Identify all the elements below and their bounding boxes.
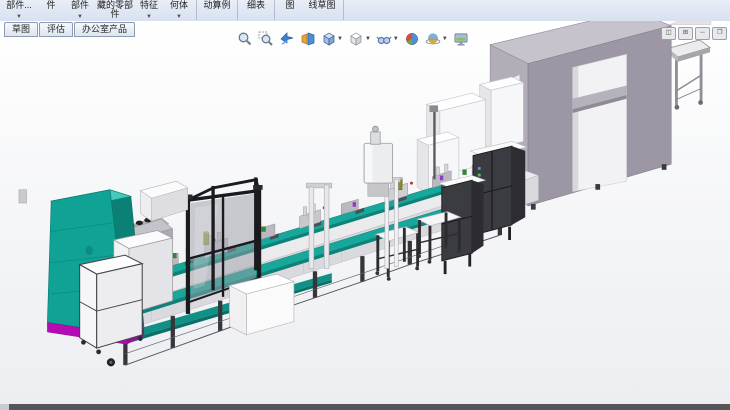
chevron-down-icon[interactable]: ▼: [442, 36, 448, 42]
ribbon-button-label: 细表: [247, 0, 265, 10]
chevron-down-icon[interactable]: ▼: [164, 14, 194, 20]
restore-icon[interactable]: ❐: [712, 27, 727, 40]
ribbon-button-label: 藏的零部件: [97, 0, 133, 19]
commandmanager-tabs: 草图 评估 办公室产品: [4, 22, 136, 37]
tab-office-products[interactable]: 办公室产品: [74, 22, 135, 37]
edge-machine-fragment[interactable]: [19, 190, 27, 203]
ribbon-button-label: 部件: [71, 0, 89, 10]
chevron-down-icon[interactable]: ▼: [337, 36, 343, 42]
chevron-down-icon[interactable]: ▼: [64, 14, 96, 20]
view-orientation-icon[interactable]: [320, 30, 337, 47]
ribbon-button-exploded-view[interactable]: 图: [277, 0, 303, 21]
chevron-down-icon[interactable]: ▼: [365, 36, 371, 42]
previous-view-icon[interactable]: [278, 30, 295, 47]
ribbon-button-label: 线草图: [308, 0, 335, 10]
ribbon-button-motion-study[interactable]: 动算例: [199, 0, 235, 21]
ribbon-button-assembly-features[interactable]: 特征 ▼: [134, 0, 164, 21]
view-settings-icon[interactable]: [453, 30, 470, 47]
ribbon-button-label: 动算例: [203, 0, 230, 10]
ribbon-button-explode-line-sketch[interactable]: 线草图: [303, 0, 341, 21]
ribbon-button-components[interactable]: 部件... ▼: [0, 0, 38, 21]
ribbon-button-label: 件: [46, 0, 55, 10]
ribbon-separator: [274, 0, 275, 20]
ribbon-button-reference-geometry[interactable]: 何体 ▼: [164, 0, 194, 21]
outfeed-conveyor[interactable]: [667, 40, 710, 110]
ribbon-button-label: 部件...: [6, 0, 32, 10]
ribbon: 部件... ▼ 件 部件 ▼ 藏的零部件 特征 ▼ 何体 ▼ 动算例 细表: [0, 0, 730, 22]
minimize-icon[interactable]: ─: [695, 27, 710, 40]
solidworks-window: 部件... ▼ 件 部件 ▼ 藏的零部件 特征 ▼ 何体 ▼ 动算例 细表: [0, 0, 730, 410]
ribbon-separator: [343, 0, 344, 20]
ribbon-button-label: 何体: [170, 0, 188, 10]
sensor-mast: [433, 111, 435, 179]
chevron-down-icon[interactable]: ▼: [0, 14, 38, 20]
zoom-to-fit-icon[interactable]: [236, 30, 253, 47]
view-toolbar: ▼ ▼ ▼ ▼: [236, 30, 470, 47]
split-horizontal-icon[interactable]: ◫: [661, 27, 676, 40]
tab-evaluate[interactable]: 评估: [39, 22, 73, 37]
ribbon-separator: [196, 0, 197, 20]
chevron-down-icon[interactable]: ▼: [134, 14, 164, 20]
edit-appearance-icon[interactable]: [404, 30, 421, 47]
ribbon-button-label: 图: [285, 0, 294, 10]
ribbon-button-bill-of-materials[interactable]: 细表: [240, 0, 272, 21]
model-background-panel[interactable]: [669, 21, 711, 25]
ribbon-separator: [237, 0, 238, 20]
apply-scene-icon[interactable]: [425, 30, 442, 47]
display-style-icon[interactable]: [348, 30, 365, 47]
ribbon-button-show-hidden-components[interactable]: 藏的零部件: [96, 0, 134, 21]
status-strip-notch: [0, 404, 9, 410]
window-controls: ◫ ⊞ ─ ❐: [661, 27, 727, 40]
split-grid-icon[interactable]: ⊞: [678, 27, 693, 40]
ribbon-button-label: 特征: [140, 0, 158, 10]
assembly-model[interactable]: [0, 21, 730, 404]
tab-sketch[interactable]: 草图: [4, 22, 38, 37]
chevron-down-icon[interactable]: ▼: [393, 36, 399, 42]
section-view-icon[interactable]: [299, 30, 316, 47]
tunnel-opening[interactable]: [573, 54, 627, 191]
zoom-to-area-icon[interactable]: [257, 30, 274, 47]
hide-show-items-icon[interactable]: [376, 30, 393, 47]
floor-box[interactable]: [229, 274, 293, 335]
ribbon-button-insert-component[interactable]: 件: [38, 0, 64, 21]
status-strip: [0, 404, 730, 410]
graphics-area[interactable]: 草图 评估 办公室产品 ▼ ▼: [0, 21, 730, 404]
ribbon-button-move-component[interactable]: 部件 ▼: [64, 0, 96, 21]
